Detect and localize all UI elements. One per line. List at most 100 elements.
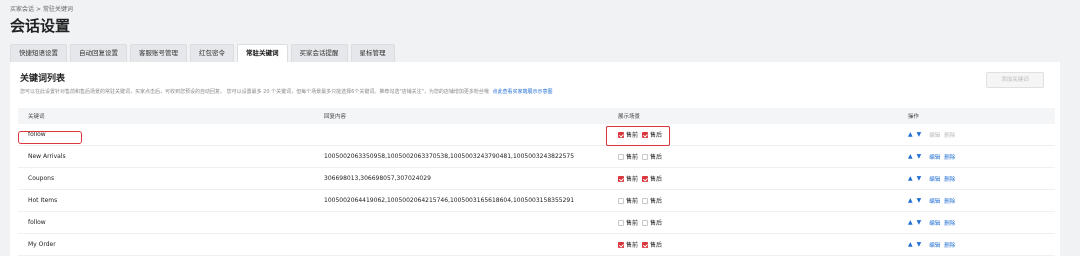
breadcrumb-current: 常驻关键词	[42, 6, 73, 13]
aftersale-label: 售后	[650, 220, 663, 227]
move-up-icon[interactable]: ▲	[908, 131, 913, 138]
edit-link[interactable]: 编辑	[929, 153, 940, 161]
presale-checkbox[interactable]: 售前	[618, 152, 638, 161]
presale-checkbox[interactable]: 售前	[618, 196, 638, 205]
delete-link[interactable]: 删除	[944, 197, 955, 205]
table-row: follow 售前 售后 ▲ ▼ 编辑 删除	[18, 212, 1055, 234]
scene-cell: 售前 售后	[618, 190, 666, 211]
checkbox-icon	[642, 153, 649, 160]
scene-cell: 售前 售后	[618, 168, 666, 189]
edit-link[interactable]: 编辑	[929, 241, 940, 249]
aftersale-label: 售后	[650, 154, 663, 161]
ops-cell: ▲ ▼ 编辑 删除	[908, 168, 955, 189]
presale-checkbox[interactable]: 售前	[618, 218, 638, 227]
move-down-icon[interactable]: ▼	[917, 153, 922, 160]
move-up-icon[interactable]: ▲	[908, 197, 913, 204]
edit-link[interactable]: 编辑	[929, 131, 940, 139]
breadcrumb-separator: >	[35, 6, 41, 13]
aftersale-checkbox[interactable]: 售后	[642, 152, 662, 161]
delete-link[interactable]: 删除	[944, 131, 955, 139]
edit-link[interactable]: 编辑	[929, 197, 940, 205]
scene-cell: 售前 售后	[618, 212, 666, 233]
move-down-icon[interactable]: ▼	[917, 241, 922, 248]
checkbox-icon	[618, 153, 624, 160]
keyword-cell: follow	[28, 219, 46, 226]
move-up-icon[interactable]: ▲	[908, 175, 913, 182]
checkbox-icon	[618, 197, 624, 204]
aftersale-checkbox[interactable]: 售后	[642, 196, 662, 205]
table-row: New Arrivals 1005002063350958,10050020633…	[18, 146, 1055, 168]
table-row: follow 售前 售后 ▲ ▼ 编辑 删除	[18, 124, 1055, 146]
aftersale-label: 售后	[650, 176, 663, 183]
checkbox-icon	[642, 241, 649, 248]
table-header: 关键词 回复内容 展示场景 操作	[18, 108, 1055, 124]
reply-cell: 306698013,306698057,307024029	[324, 175, 431, 182]
checkbox-icon	[642, 219, 649, 226]
edit-link[interactable]: 编辑	[929, 219, 940, 227]
keyword-panel: 关键词列表 您可以在此设置针对售前和售后场景的常驻关键词，买家点击后，可收到您预…	[10, 62, 1060, 256]
checkbox-icon	[618, 175, 624, 182]
column-header-scene: 展示场景	[618, 114, 641, 120]
page-title: 会话设置	[10, 17, 71, 35]
ops-cell: ▲ ▼ 编辑 删除	[908, 234, 955, 255]
tab-service-accounts[interactable]: 客服账号管理	[130, 44, 187, 62]
table-row: Hot Items 1005002064419062,10050020642157…	[18, 190, 1055, 212]
checkbox-icon	[642, 175, 649, 182]
delete-link[interactable]: 删除	[944, 241, 955, 249]
presale-checkbox[interactable]: 售前	[618, 240, 638, 249]
move-down-icon[interactable]: ▼	[917, 197, 922, 204]
add-keyword-button[interactable]: 添加关键词	[986, 72, 1044, 88]
keyword-cell: My Order	[28, 241, 56, 248]
aftersale-label: 售后	[650, 242, 663, 249]
highlight-scene-annotation	[606, 126, 670, 146]
aftersale-checkbox[interactable]: 售后	[642, 174, 662, 183]
tab-auto-reply[interactable]: 自动回复设置	[70, 44, 127, 62]
demo-link[interactable]: 点此查看买家端展示示意图	[493, 89, 553, 95]
checkbox-icon	[642, 197, 649, 204]
tab-red-packet-code[interactable]: 红包密令	[190, 44, 234, 62]
tab-star-management[interactable]: 星标管理	[350, 44, 395, 62]
delete-link[interactable]: 删除	[944, 219, 955, 227]
column-header-reply: 回复内容	[324, 114, 347, 120]
keyword-table: 关键词 回复内容 展示场景 操作 follow 售前 售后 ▲ ▼ 编辑 删除 New Arr…	[18, 108, 1055, 256]
keyword-cell: Hot Items	[28, 197, 58, 204]
breadcrumb-parent[interactable]: 买家会话	[10, 6, 34, 13]
aftersale-label: 售后	[650, 198, 663, 205]
ops-cell: ▲ ▼ 编辑 删除	[908, 212, 955, 233]
table-row: My Order 售前 售后 ▲ ▼ 编辑 删除	[18, 234, 1055, 256]
move-down-icon[interactable]: ▼	[917, 219, 922, 226]
ops-cell: ▲ ▼ 编辑 删除	[908, 190, 955, 211]
delete-link[interactable]: 删除	[944, 153, 955, 161]
move-up-icon[interactable]: ▲	[908, 219, 913, 226]
move-down-icon[interactable]: ▼	[917, 175, 922, 182]
move-up-icon[interactable]: ▲	[908, 153, 913, 160]
tab-resident-keywords[interactable]: 常驻关键词	[237, 44, 288, 62]
aftersale-checkbox[interactable]: 售后	[642, 240, 662, 249]
delete-link[interactable]: 删除	[944, 175, 955, 183]
move-down-icon[interactable]: ▼	[917, 131, 922, 138]
reply-cell: 1005002063350958,1005002063370538,100500…	[324, 153, 575, 160]
keyword-cell: New Arrivals	[28, 153, 66, 160]
highlight-keyword-annotation	[18, 131, 82, 144]
checkbox-icon	[618, 219, 624, 226]
scene-cell: 售前 售后	[618, 234, 666, 255]
tab-quick-phrases[interactable]: 快捷短语设置	[10, 44, 67, 62]
section-description: 您可以在此设置针对售前和售后场景的常驻关键词，买家点击后，可收到您预设的自动回复…	[20, 88, 553, 95]
move-up-icon[interactable]: ▲	[908, 241, 913, 248]
tab-bar: 快捷短语设置 自动回复设置 客服账号管理 红包密令 常驻关键词 买家会话提醒 星…	[10, 44, 398, 62]
presale-checkbox[interactable]: 售前	[618, 174, 638, 183]
presale-label: 售前	[626, 154, 639, 161]
ops-cell: ▲ ▼ 编辑 删除	[908, 124, 955, 145]
scene-cell: 售前 售后	[618, 146, 666, 167]
aftersale-checkbox[interactable]: 售后	[642, 218, 662, 227]
ops-cell: ▲ ▼ 编辑 删除	[908, 146, 955, 167]
presale-label: 售前	[626, 176, 639, 183]
edit-link[interactable]: 编辑	[929, 175, 940, 183]
table-row: Coupons 306698013,306698057,307024029 售前 售后…	[18, 168, 1055, 190]
presale-label: 售前	[626, 198, 639, 205]
reply-cell: 1005002064419062,1005002064215746,100500…	[324, 197, 575, 204]
tab-buyer-chat-reminder[interactable]: 买家会话提醒	[290, 44, 348, 62]
presale-label: 售前	[626, 242, 639, 249]
keyword-cell: Coupons	[28, 175, 55, 182]
description-text: 您可以在此设置针对售前和售后场景的常驻关键词，买家点击后，可收到您预设的自动回复…	[20, 89, 489, 95]
